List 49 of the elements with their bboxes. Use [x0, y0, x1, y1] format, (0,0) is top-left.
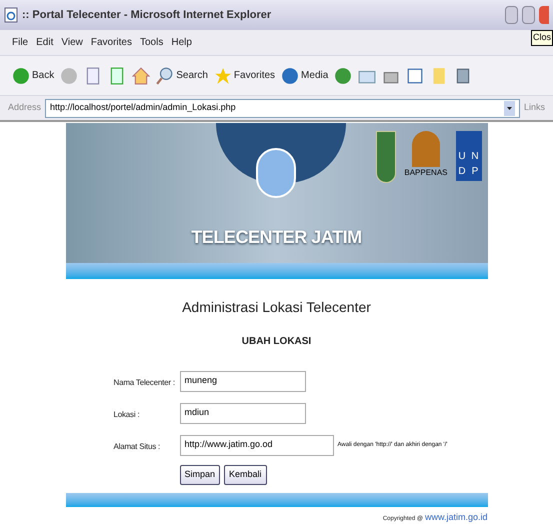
toolbar-button[interactable]: Back [12, 66, 54, 84]
address-field[interactable]: http://localhost/portel/admin/admin_Lokasi.php [45, 98, 520, 118]
page-heading: Administrasi Lokasi Telecenter [182, 298, 371, 317]
history-icon [334, 66, 352, 84]
menu-item[interactable]: File [12, 35, 28, 50]
home-icon [132, 66, 150, 84]
input-field[interactable]: http://www.jatim.go.od [180, 434, 334, 456]
telecenter-emblem [256, 148, 296, 198]
toolbar-button[interactable] [334, 66, 352, 84]
logo-caption: BAPPENAS [404, 167, 448, 179]
toolbar-button[interactable] [132, 66, 150, 84]
form-button[interactable]: Kembali [224, 465, 267, 485]
menu-item[interactable]: Tools [140, 35, 164, 50]
section-heading: UBAH LOKASI [242, 335, 312, 349]
favorites-icon [214, 66, 232, 84]
url-text: http://localhost/portel/admin/admin_Lokasi.php [50, 101, 237, 114]
tooltip: Clos [530, 30, 553, 46]
toolbar-button[interactable]: Favorites [214, 66, 276, 84]
toolbar-button[interactable]: Search [156, 66, 208, 84]
field-label: Lokasi : [114, 410, 140, 419]
close-button[interactable] [539, 6, 549, 24]
input-field[interactable]: muneng [180, 370, 306, 392]
search-icon [156, 66, 174, 84]
field-label: Alamat Situs : [114, 442, 160, 451]
menu-item[interactable]: Help [171, 35, 192, 50]
banner-title: TELECENTER JATIM [191, 226, 362, 249]
browser-icon [4, 7, 18, 23]
dropdown-icon [504, 100, 515, 116]
menu-item[interactable]: Edit [36, 35, 54, 50]
minimize-button[interactable] [505, 6, 518, 24]
form-button[interactable]: Simpan [180, 465, 220, 485]
input-field[interactable]: mdiun [180, 402, 306, 424]
toolbar-button[interactable]: Media [281, 66, 328, 84]
footer-link[interactable]: www.jatim.go.id [424, 511, 488, 524]
logo-letter: D [457, 165, 467, 179]
window-title: :: Portal Telecenter - Microsoft Internet Explorer [22, 8, 272, 23]
province-emblem [376, 131, 396, 183]
logo-letter: U [457, 150, 467, 164]
address-label: Address [8, 101, 42, 114]
links-label: Links [524, 101, 545, 114]
field-label: Nama Telecenter : [114, 378, 175, 387]
logo-letter: N [470, 150, 480, 164]
forward-icon [60, 66, 78, 84]
media-icon [281, 66, 300, 84]
back-icon [12, 66, 30, 84]
menu-item[interactable]: Favorites [90, 35, 132, 50]
restore-button[interactable] [522, 6, 535, 24]
logo-letter: P [470, 165, 480, 179]
menu-item[interactable]: View [61, 35, 83, 50]
